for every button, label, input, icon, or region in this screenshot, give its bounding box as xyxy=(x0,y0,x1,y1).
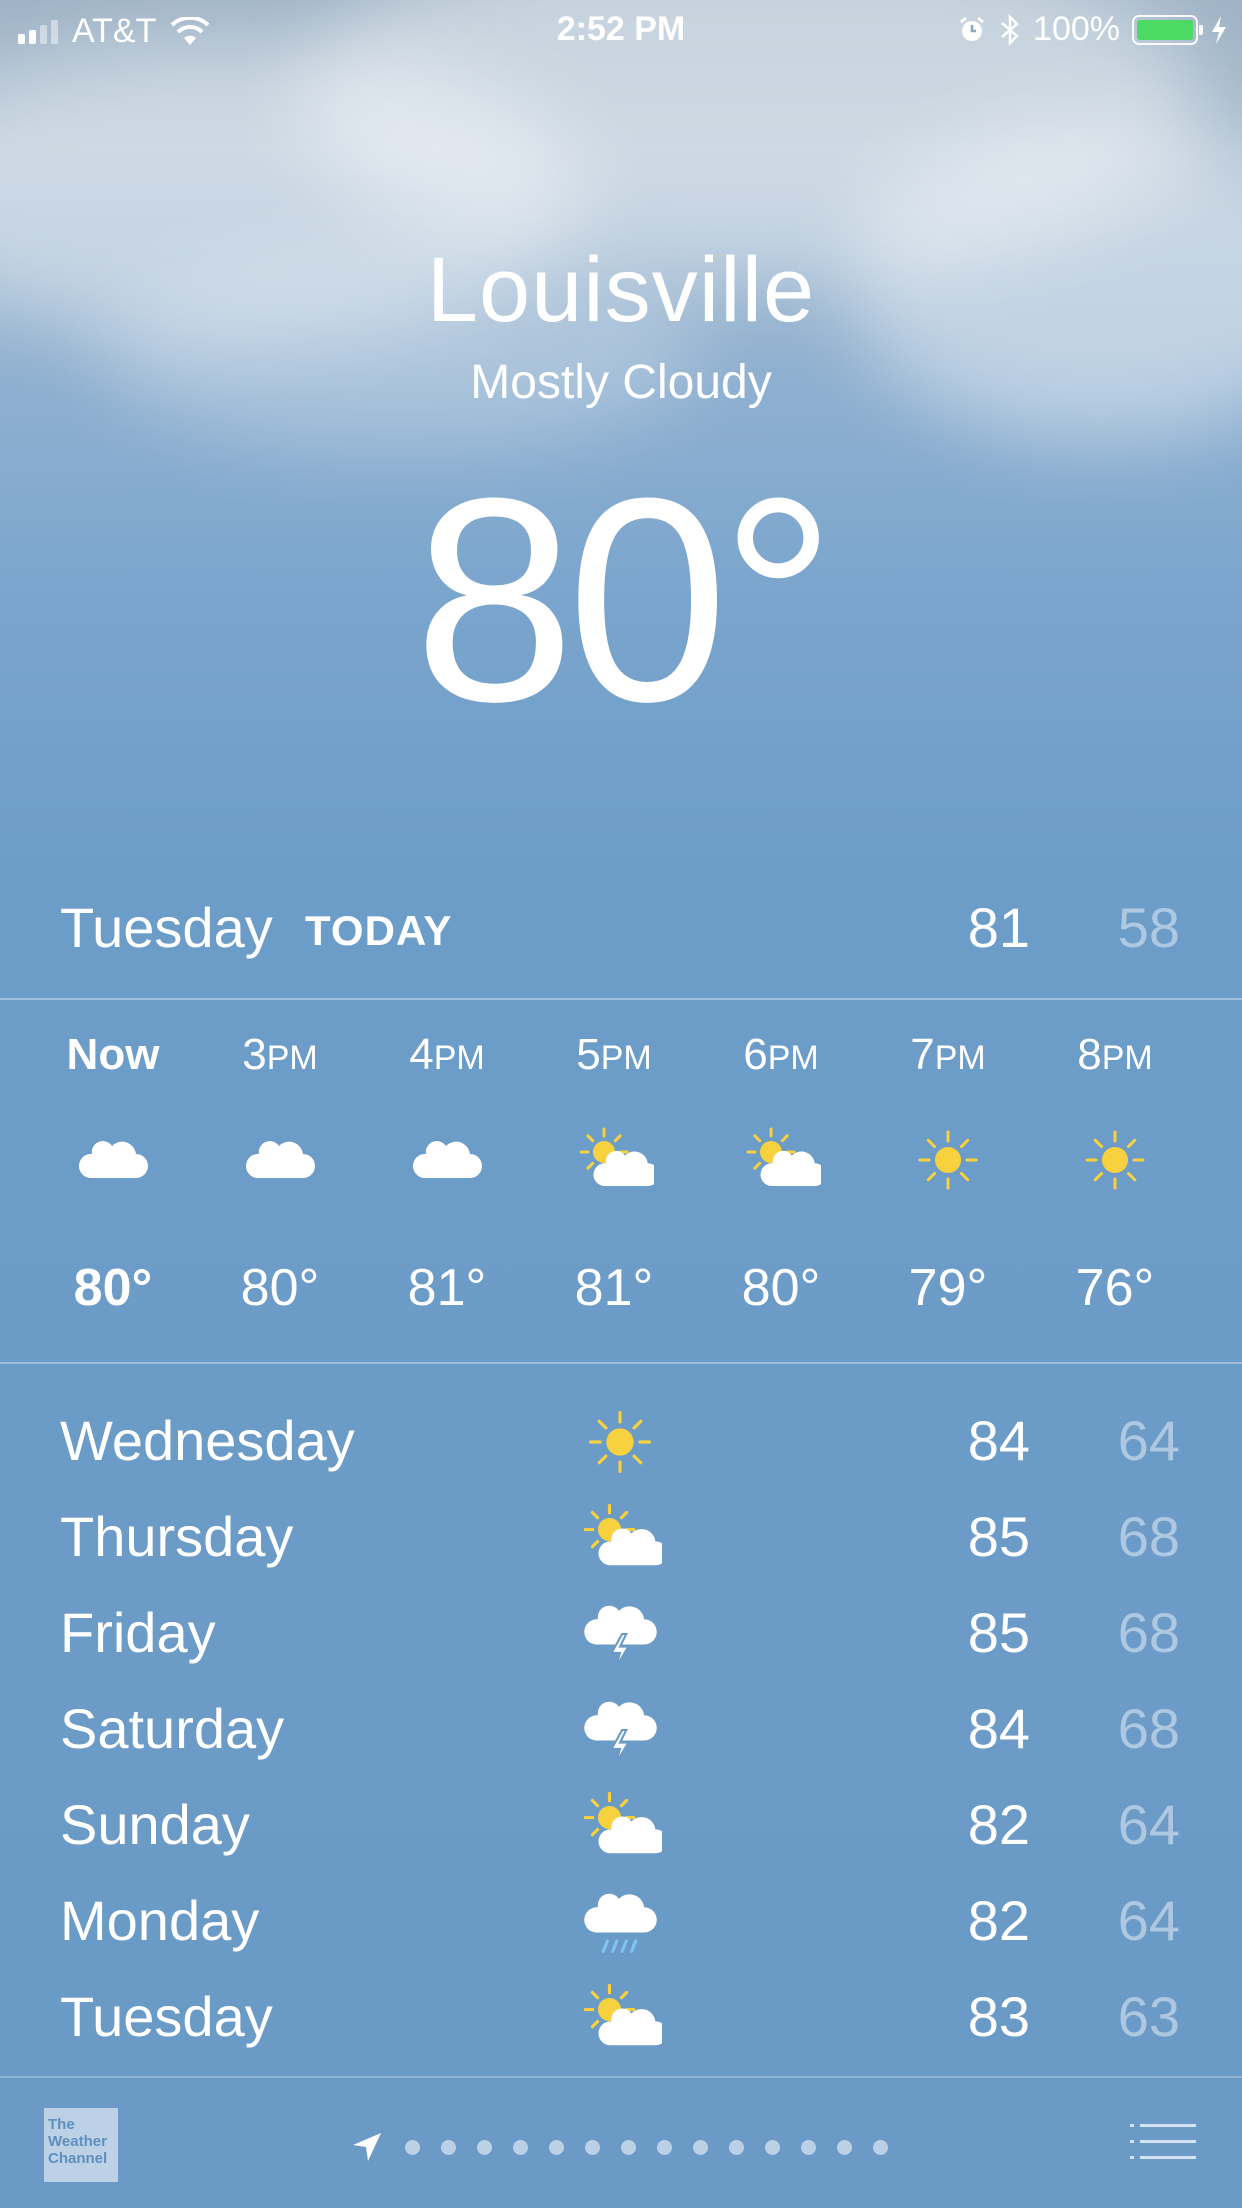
daily-row: Monday 82 64 xyxy=(0,1880,1242,1976)
hour-label: 3PM xyxy=(242,1030,318,1079)
page-dot[interactable] xyxy=(621,2139,636,2155)
page-dot[interactable] xyxy=(405,2139,420,2155)
current-temperature: 80° xyxy=(413,438,837,762)
partly-sunny-icon xyxy=(578,1496,668,1580)
hourly-item: Now 80° xyxy=(30,1000,196,1362)
day-high: 85 xyxy=(967,1505,1030,1568)
thunderstorm-icon xyxy=(578,1688,662,1772)
page-dot[interactable] xyxy=(765,2139,780,2155)
partly-sunny-icon xyxy=(574,1120,660,1200)
page-dot[interactable] xyxy=(693,2139,708,2155)
weather-channel-logo[interactable]: The Weather Channel xyxy=(44,2108,118,2182)
battery-percent: 100% xyxy=(1033,10,1120,48)
hourly-item: 3PM 80° xyxy=(197,1000,363,1362)
hourly-forecast[interactable]: Now 80° 3PM 80° 4PM 81° 5PM 81° 6PM 80° 7PM 79° 8PM 7… xyxy=(0,1000,1242,1362)
day-high: 84 xyxy=(967,1409,1030,1472)
sun-icon xyxy=(1075,1120,1155,1200)
page-dot[interactable] xyxy=(801,2139,816,2155)
status-right: 100% xyxy=(957,10,1228,49)
hourly-item: 8PM 76° xyxy=(1032,1000,1198,1362)
daily-row: Saturday 84 68 xyxy=(0,1688,1242,1784)
day-high: 84 xyxy=(967,1697,1030,1760)
day-high: 82 xyxy=(967,1793,1030,1856)
hourly-item: 5PM 81° xyxy=(531,1000,697,1362)
daily-row: Tuesday 83 63 xyxy=(0,1976,1242,2072)
page-dot[interactable] xyxy=(873,2139,888,2155)
today-summary: Tuesday TODAY 81 58 xyxy=(0,895,1242,965)
day-high: 85 xyxy=(967,1601,1030,1664)
daily-row: Friday 85 68 xyxy=(0,1592,1242,1688)
battery-icon xyxy=(1132,14,1203,45)
page-dot[interactable] xyxy=(585,2139,600,2155)
day-low: 64 xyxy=(1117,1793,1180,1856)
day-low: 68 xyxy=(1117,1697,1180,1760)
page-dot[interactable] xyxy=(729,2139,744,2155)
hour-label: 7PM xyxy=(910,1030,986,1079)
page-dot[interactable] xyxy=(837,2139,852,2155)
partly-sunny-icon xyxy=(578,1784,668,1868)
partly-sunny-icon xyxy=(578,1976,668,2060)
today-day: Tuesday xyxy=(60,896,273,959)
day-name: Tuesday xyxy=(60,1985,273,2048)
page-indicator[interactable] xyxy=(350,2130,888,2164)
thunderstorm-icon xyxy=(578,1592,662,1676)
day-low: 64 xyxy=(1117,1409,1180,1472)
bluetooth-icon xyxy=(1001,13,1019,46)
hour-label: 5PM xyxy=(576,1030,652,1079)
day-low: 63 xyxy=(1117,1985,1180,2048)
daily-row: Thursday 85 68 xyxy=(0,1496,1242,1592)
hour-temperature: 81° xyxy=(407,1259,487,1317)
sun-icon xyxy=(578,1400,662,1484)
cloud-icon xyxy=(73,1120,153,1200)
hour-label: 8PM xyxy=(1077,1030,1153,1079)
current-location-icon xyxy=(353,2133,381,2161)
day-name: Thursday xyxy=(60,1505,294,1568)
bottom-bar: The Weather Channel xyxy=(0,2078,1242,2208)
page-dot[interactable] xyxy=(513,2139,528,2155)
hour-temperature: 80° xyxy=(741,1259,821,1317)
today-tag: TODAY xyxy=(305,907,453,954)
day-name: Monday xyxy=(60,1889,260,1952)
divider xyxy=(0,1362,1242,1364)
day-high: 82 xyxy=(967,1889,1030,1952)
page-dot[interactable] xyxy=(441,2139,456,2155)
day-high: 83 xyxy=(967,1985,1030,2048)
daily-row: Sunday 82 64 xyxy=(0,1784,1242,1880)
day-low: 64 xyxy=(1117,1889,1180,1952)
day-name: Sunday xyxy=(60,1793,250,1856)
hourly-item: 4PM 81° xyxy=(364,1000,530,1362)
today-low: 58 xyxy=(1117,896,1180,959)
hour-label: 6PM xyxy=(743,1030,819,1079)
hour-temperature: 76° xyxy=(1075,1259,1155,1317)
cloud-icon xyxy=(240,1120,320,1200)
page-dot[interactable] xyxy=(657,2139,672,2155)
cloud-icon xyxy=(407,1120,487,1200)
current-condition: Mostly Cloudy xyxy=(470,356,772,409)
today-high: 81 xyxy=(967,896,1030,959)
page-dot[interactable] xyxy=(477,2139,492,2155)
rain-icon xyxy=(578,1880,662,1964)
day-low: 68 xyxy=(1117,1505,1180,1568)
day-name: Friday xyxy=(60,1601,216,1664)
hourly-item: 6PM 80° xyxy=(698,1000,864,1362)
sun-icon xyxy=(908,1120,988,1200)
city-list-icon[interactable] xyxy=(1130,2122,1196,2162)
hour-label: 4PM xyxy=(409,1030,485,1079)
city-name: Louisville xyxy=(426,239,816,341)
hourly-item: 7PM 79° xyxy=(865,1000,1031,1362)
hour-temperature: 81° xyxy=(574,1259,654,1317)
day-low: 68 xyxy=(1117,1601,1180,1664)
alarm-icon xyxy=(960,16,984,41)
charging-icon xyxy=(1212,15,1226,44)
hour-label: Now xyxy=(66,1030,160,1079)
day-name: Wednesday xyxy=(60,1409,355,1472)
daily-row: Wednesday 84 64 xyxy=(0,1400,1242,1496)
hour-temperature: 80° xyxy=(240,1259,320,1317)
hour-temperature: 79° xyxy=(908,1259,988,1317)
status-bar: AT&T 2:52 PM 100% xyxy=(0,0,1242,62)
page-dot[interactable] xyxy=(549,2139,564,2155)
hour-temperature: 80° xyxy=(73,1259,153,1317)
day-name: Saturday xyxy=(60,1697,285,1760)
partly-sunny-icon xyxy=(741,1120,827,1200)
